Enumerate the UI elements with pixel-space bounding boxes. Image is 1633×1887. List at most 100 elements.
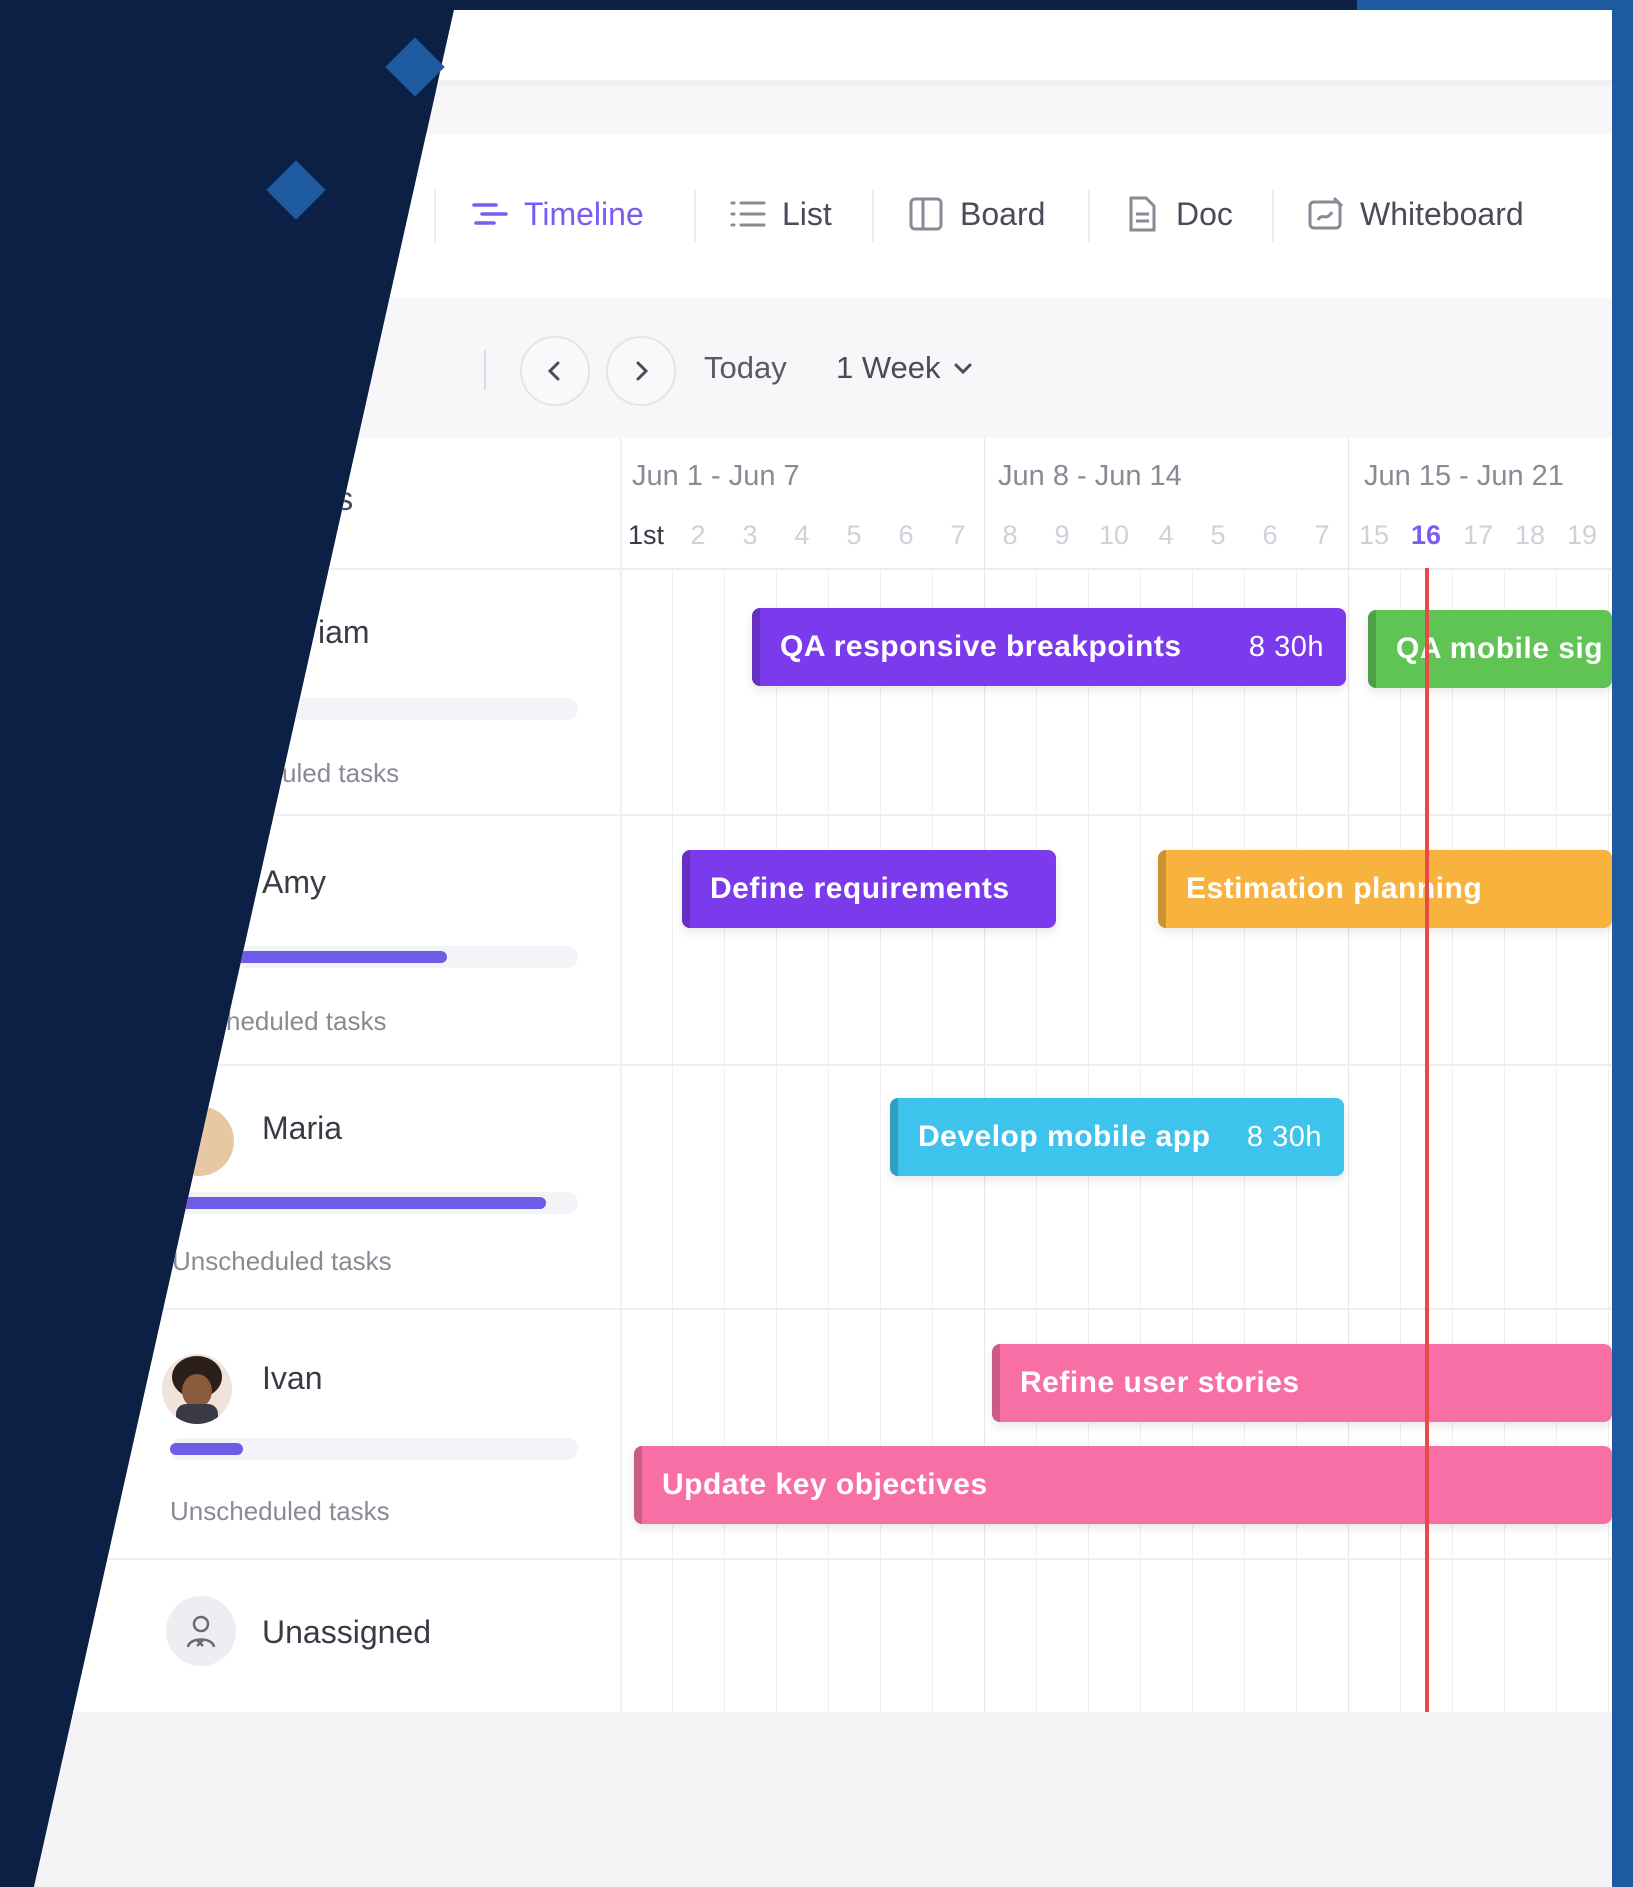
assignee-name[interactable]: Amy	[262, 864, 326, 901]
grid-line	[1452, 568, 1453, 1712]
progress-fill	[176, 1197, 546, 1209]
top-blue-band	[1357, 0, 1633, 10]
tab-whiteboard[interactable]: Whiteboard	[1306, 184, 1524, 244]
task-edge	[752, 608, 760, 686]
tab-divider	[434, 190, 436, 242]
task-bar[interactable]: QA mobile sig	[1368, 610, 1612, 688]
chevron-right-icon	[636, 361, 649, 381]
tab-timeline[interactable]: Timeline	[470, 184, 644, 244]
row-divider	[34, 1308, 1612, 1310]
tab-list[interactable]: List	[728, 184, 832, 244]
list-icon	[730, 201, 766, 227]
day-label: 18	[1514, 520, 1546, 550]
assignee-name[interactable]: Maria	[262, 1110, 342, 1147]
day-label: 15	[1358, 520, 1390, 550]
task-bar[interactable]: Refine user stories	[992, 1344, 1612, 1422]
grid-line	[1400, 568, 1401, 1712]
day-label: 19	[1566, 520, 1598, 550]
task-edge	[634, 1446, 642, 1524]
unassigned-user-icon	[166, 1596, 236, 1666]
task-label: QA responsive breakpoints	[780, 630, 1182, 663]
progress-fill	[234, 951, 448, 963]
row-divider	[34, 814, 1612, 816]
tab-label: Doc	[1176, 195, 1233, 232]
task-edge	[1368, 610, 1376, 688]
grid-line	[1608, 568, 1609, 1712]
timeline-grid: ees Jun 1 - Jun 7 Jun 8 - Jun 14 Jun 15 …	[34, 438, 1612, 1712]
decorative-diamond-shape	[385, 37, 445, 97]
grid-line	[1556, 568, 1557, 1712]
day-label: 5	[1210, 520, 1226, 550]
day-label: 4	[1158, 520, 1174, 550]
board-icon	[909, 197, 943, 231]
assignee-name[interactable]: Ivan	[262, 1360, 322, 1397]
grid-line	[620, 568, 621, 1712]
toolbar-divider	[484, 350, 486, 390]
range-dropdown[interactable]: 1 Week	[836, 350, 975, 386]
prev-period-button[interactable]	[520, 336, 590, 406]
day-label: 6	[1262, 520, 1278, 550]
day-label: 10	[1098, 520, 1130, 550]
tab-label: List	[782, 195, 832, 232]
day-label: 1st	[627, 520, 665, 550]
range-label: 1 Week	[836, 350, 941, 385]
next-period-button[interactable]	[606, 336, 676, 406]
bottom-panel	[34, 1712, 1612, 1887]
chevron-left-icon	[547, 361, 560, 381]
today-indicator-line	[1425, 568, 1429, 1712]
task-hours: 8 30h	[1248, 630, 1324, 663]
avatar	[162, 1354, 232, 1424]
top-bar	[34, 10, 1612, 80]
task-edge	[890, 1098, 898, 1176]
tab-board[interactable]: Board	[906, 184, 1045, 244]
tab-doc[interactable]: Doc	[1122, 184, 1233, 244]
grid-line	[880, 568, 881, 1712]
week-label: Jun 1 - Jun 7	[632, 460, 800, 492]
day-label: 9	[1054, 520, 1070, 550]
row-divider	[34, 1064, 1612, 1066]
tab-divider	[872, 190, 874, 242]
task-edge	[682, 850, 690, 928]
grid-line	[724, 568, 725, 1712]
task-bar[interactable]: Define requirements	[682, 850, 1056, 928]
week-label: Jun 8 - Jun 14	[998, 460, 1182, 492]
task-bar[interactable]: Develop mobile app 8 30h	[890, 1098, 1344, 1176]
app-window: Timeline List Board Doc Whiteboard Today…	[34, 10, 1612, 1887]
assignee-name[interactable]: Unassigned	[262, 1614, 431, 1651]
whiteboard-icon	[1308, 196, 1344, 230]
unscheduled-tasks-link[interactable]: Unscheduled tasks	[170, 1496, 390, 1527]
task-edge	[1158, 850, 1166, 928]
doc-icon	[1129, 196, 1156, 232]
unscheduled-tasks-link[interactable]: uled tasks	[282, 758, 399, 789]
assignees-header: ees	[300, 480, 354, 517]
week-label: Jun 15 - Jun 21	[1364, 460, 1564, 492]
task-label: Develop mobile app	[918, 1120, 1211, 1153]
unscheduled-tasks-link[interactable]: Unscheduled tasks	[172, 1246, 392, 1277]
unscheduled-tasks-link[interactable]: heduled tasks	[226, 1006, 386, 1037]
progress-bar	[176, 1192, 578, 1214]
progress-bar	[234, 946, 578, 968]
tab-label: Board	[960, 195, 1046, 232]
grid-line	[672, 568, 673, 1712]
chevron-down-icon	[954, 363, 972, 375]
timeline-icon	[472, 203, 508, 225]
grid-line	[828, 568, 829, 1712]
progress-bar	[170, 1438, 578, 1460]
day-label: 3	[742, 520, 758, 550]
task-bar[interactable]: Estimation planning	[1158, 850, 1612, 928]
progress-bar	[270, 698, 578, 720]
task-edge	[992, 1344, 1000, 1422]
today-button[interactable]: Today	[704, 350, 787, 386]
progress-fill	[170, 1443, 244, 1455]
tab-divider	[1088, 190, 1090, 242]
assignee-name[interactable]: iam	[318, 614, 370, 651]
right-blue-strip	[1612, 0, 1633, 1887]
task-bar[interactable]: QA responsive breakpoints 8 30h	[752, 608, 1346, 686]
day-label: 7	[1314, 520, 1330, 550]
task-bar[interactable]: Update key objectives	[634, 1446, 1612, 1524]
day-label: 7	[950, 520, 966, 550]
timeline-toolbar: Today 1 Week	[34, 298, 1612, 438]
timeline-header: ees Jun 1 - Jun 7 Jun 8 - Jun 14 Jun 15 …	[34, 438, 1612, 570]
day-label: 16	[1410, 520, 1442, 550]
task-label: Estimation planning	[1186, 872, 1483, 905]
